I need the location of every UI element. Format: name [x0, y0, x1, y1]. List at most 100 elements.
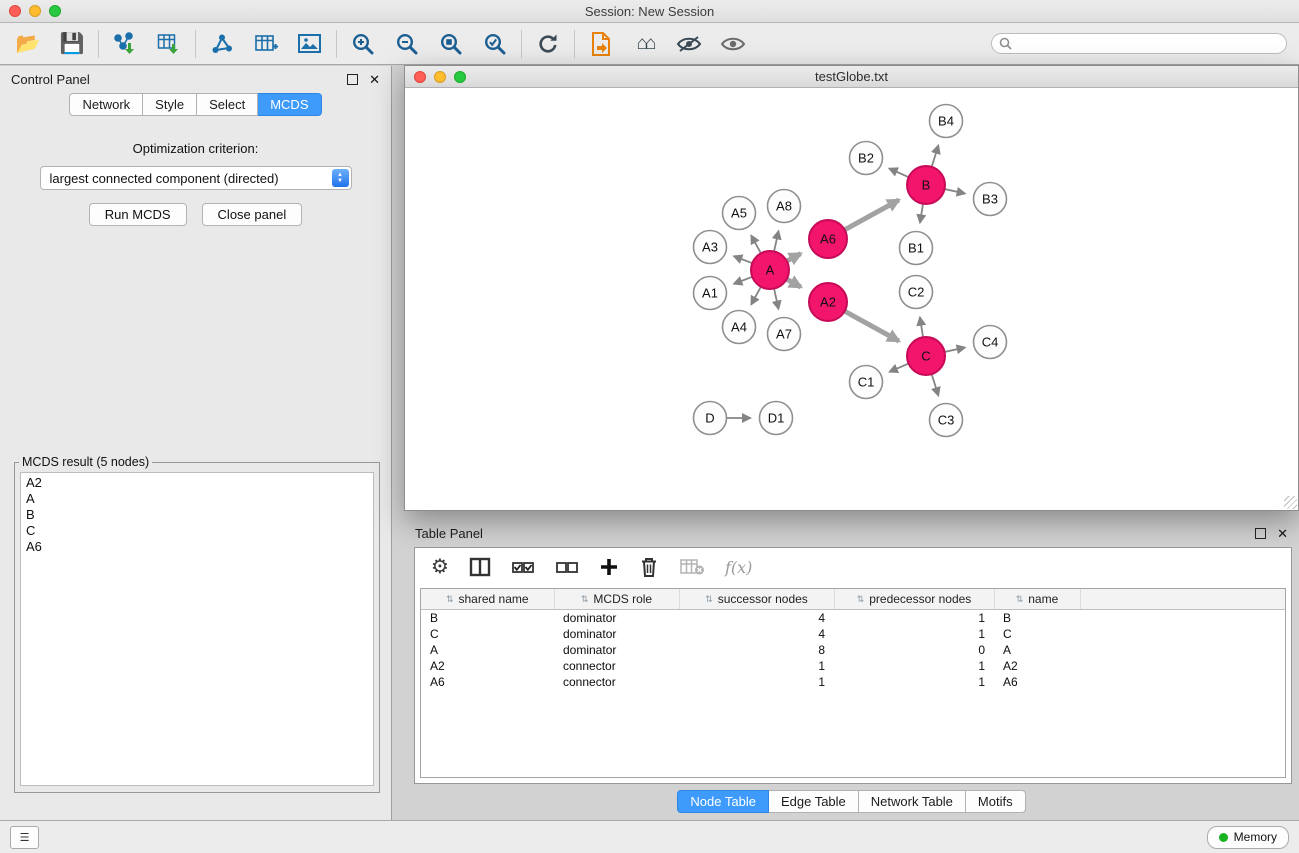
graph-node-a7[interactable]: A7 [768, 318, 801, 351]
graph-node-a1[interactable]: A1 [694, 277, 727, 310]
tab-style[interactable]: Style [143, 93, 197, 116]
graph-node-b3[interactable]: B3 [974, 183, 1007, 216]
result-item-a[interactable]: A [26, 491, 368, 507]
column-header-predecessor-nodes[interactable]: ⇅predecessor nodes [834, 589, 994, 610]
edge-C-C1[interactable] [889, 364, 908, 372]
graph-node-c1[interactable]: C1 [850, 366, 883, 399]
table-row-a2[interactable]: A2connector11A2 [421, 658, 1285, 674]
run-mcds-button[interactable]: Run MCDS [89, 203, 187, 226]
search-box[interactable] [991, 33, 1287, 54]
new-network-icon[interactable] [206, 28, 238, 60]
graph-node-a8[interactable]: A8 [768, 190, 801, 223]
float-panel-icon[interactable] [347, 74, 358, 85]
tab-edge-table[interactable]: Edge Table [769, 790, 859, 813]
tab-mcds[interactable]: MCDS [258, 93, 321, 116]
new-table-icon[interactable] [250, 28, 282, 60]
graph-node-c[interactable]: C [907, 337, 945, 375]
graph-node-b2[interactable]: B2 [850, 142, 883, 175]
edge-A-A4[interactable] [751, 287, 761, 305]
result-item-b[interactable]: B [26, 507, 368, 523]
graph-node-b1[interactable]: B1 [900, 232, 933, 265]
network-minimize-button[interactable] [434, 71, 446, 83]
result-item-c[interactable]: C [26, 523, 368, 539]
resize-grip[interactable] [1284, 496, 1297, 509]
edge-A-A6[interactable] [787, 254, 801, 261]
table-row-a[interactable]: Adominator80A [421, 642, 1285, 658]
show-all-icon[interactable] [717, 28, 749, 60]
export-image-icon[interactable] [294, 28, 326, 60]
network-close-button[interactable] [414, 71, 426, 83]
network-canvas-svg[interactable]: B4 B2 B B3 A8 A5 A6 A3 B1 A A1 C2 A2 A4 A7 C4 C C1 C3 D D1 [405, 88, 1298, 510]
graph-node-d[interactable]: D [694, 402, 727, 435]
task-history-button[interactable]: ☰ [10, 826, 39, 849]
graph-node-c4[interactable]: C4 [974, 326, 1007, 359]
graph-node-a6[interactable]: A6 [809, 220, 847, 258]
show-columns-icon[interactable] [469, 557, 491, 577]
edge-A6-B[interactable] [845, 200, 899, 230]
graph-node-b[interactable]: B [907, 166, 945, 204]
edge-A-A3[interactable] [734, 256, 752, 263]
table-settings-icon[interactable]: ⚙ [431, 557, 449, 577]
float-table-panel-icon[interactable] [1255, 528, 1266, 539]
result-item-a6[interactable]: A6 [26, 539, 368, 555]
open-session-icon[interactable]: 📂 [12, 28, 44, 60]
import-network-icon[interactable] [109, 28, 141, 60]
table-row-b[interactable]: Bdominator41B [421, 610, 1285, 627]
graph-node-a4[interactable]: A4 [723, 311, 756, 344]
tab-motifs[interactable]: Motifs [966, 790, 1026, 813]
edge-B-B1[interactable] [920, 204, 923, 223]
graph-node-d1[interactable]: D1 [760, 402, 793, 435]
column-header-successor-nodes[interactable]: ⇅successor nodes [679, 589, 834, 610]
criterion-dropdown[interactable]: largest connected component (directed) ▲… [40, 166, 352, 190]
import-table-icon[interactable] [153, 28, 185, 60]
minimize-window-button[interactable] [29, 5, 41, 17]
graph-node-c3[interactable]: C3 [930, 404, 963, 437]
column-header-MCDS-role[interactable]: ⇅MCDS role [554, 589, 679, 610]
close-panel-button[interactable]: Close panel [202, 203, 303, 226]
refresh-layout-icon[interactable] [532, 28, 564, 60]
save-session-icon[interactable]: 💾 [56, 28, 88, 60]
edge-B-B3[interactable] [945, 189, 966, 193]
select-all-columns-icon[interactable] [511, 557, 535, 577]
network-zoom-button[interactable] [454, 71, 466, 83]
table-row-a6[interactable]: A6connector11A6 [421, 674, 1285, 690]
tab-node-table[interactable]: Node Table [677, 790, 769, 813]
edge-A-A2[interactable] [787, 279, 801, 287]
edge-A-A8[interactable] [774, 231, 778, 252]
edge-C-C2[interactable] [920, 317, 923, 337]
zoom-in-icon[interactable] [347, 28, 379, 60]
graph-node-a5[interactable]: A5 [723, 197, 756, 230]
graph-node-a3[interactable]: A3 [694, 231, 727, 264]
zoom-out-icon[interactable] [391, 28, 423, 60]
result-item-a2[interactable]: A2 [26, 475, 368, 491]
search-input[interactable] [1016, 36, 1279, 52]
graph-node-a2[interactable]: A2 [809, 283, 847, 321]
delete-column-icon[interactable] [639, 556, 659, 578]
close-panel-icon[interactable]: ✕ [369, 73, 380, 86]
network-window-titlebar[interactable]: testGlobe.txt [405, 66, 1298, 88]
network-canvas[interactable]: B4 B2 B B3 A8 A5 A6 A3 B1 A A1 C2 A2 A4 A7 C4 C C1 C3 D D1 [405, 88, 1298, 510]
edge-A-A7[interactable] [774, 289, 778, 310]
graph-node-c2[interactable]: C2 [900, 276, 933, 309]
create-column-icon[interactable] [599, 557, 619, 577]
tab-select[interactable]: Select [197, 93, 258, 116]
column-header-shared-name[interactable]: ⇅shared name [421, 589, 554, 610]
tab-network[interactable]: Network [69, 93, 143, 116]
table-row-c[interactable]: Cdominator41C [421, 626, 1285, 642]
edge-B-B2[interactable] [889, 168, 908, 177]
zoom-window-button[interactable] [49, 5, 61, 17]
hide-selected-icon[interactable] [673, 28, 705, 60]
edge-A2-C[interactable] [845, 311, 899, 341]
edge-A-A1[interactable] [734, 277, 752, 284]
first-neighbors-icon[interactable]: ⌂⌂ [629, 28, 661, 60]
deselect-all-columns-icon[interactable] [555, 557, 579, 577]
edge-B-B4[interactable] [932, 145, 939, 167]
zoom-selected-icon[interactable] [479, 28, 511, 60]
close-window-button[interactable] [9, 5, 21, 17]
close-table-panel-icon[interactable]: ✕ [1277, 527, 1288, 540]
zoom-fit-icon[interactable] [435, 28, 467, 60]
graph-node-a[interactable]: A [751, 251, 789, 289]
column-header-name[interactable]: ⇅name [994, 589, 1080, 610]
graph-node-b4[interactable]: B4 [930, 105, 963, 138]
edge-C-C4[interactable] [945, 347, 966, 351]
